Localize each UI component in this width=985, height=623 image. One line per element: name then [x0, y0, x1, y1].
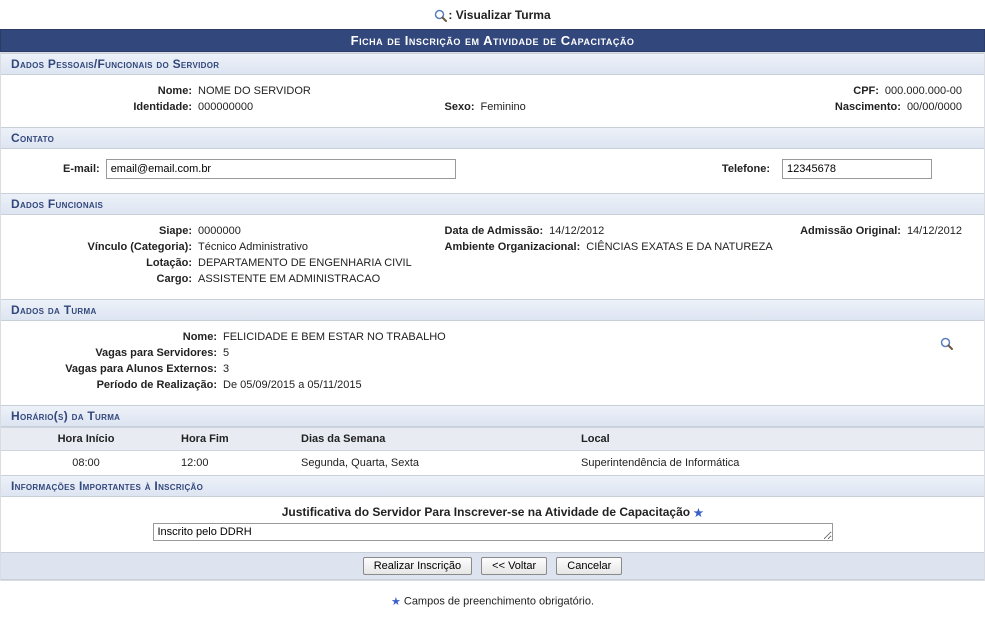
page-title: Ficha de Inscrição em Atividade de Capac… — [0, 29, 985, 52]
section-funcionais-body: Siape: 0000000 Data de Admissão: 14/12/2… — [1, 215, 984, 299]
col-hora-fim: Hora Fim — [171, 427, 291, 450]
section-pessoais-body: Nome: NOME DO SERVIDOR CPF: 000.000.000-… — [1, 75, 984, 127]
turma-nome-value: FELICIDADE E BEM ESTAR NO TRABALHO — [223, 331, 446, 343]
section-contato-header: Contato — [1, 127, 984, 149]
admissao-label: Data de Admissão: — [445, 225, 550, 237]
visualizar-turma-text: : Visualizar Turma — [448, 8, 550, 22]
section-turma-body: Nome: FELICIDADE E BEM ESTAR NO TRABALHO… — [1, 321, 984, 405]
cell-hora-inicio: 08:00 — [1, 450, 171, 475]
section-funcionais-header: Dados Funcionais — [1, 193, 984, 215]
section-pessoais-header: Dados Pessoais/Funcionais do Servidor — [1, 53, 984, 75]
vagas-serv-label: Vagas para Servidores: — [13, 347, 223, 359]
lotacao-label: Lotação: — [13, 257, 198, 269]
telefone-label: Telefone: — [722, 163, 776, 175]
realizar-inscricao-button[interactable]: Realizar Inscrição — [363, 557, 472, 575]
button-bar: Realizar Inscrição << Voltar Cancelar — [1, 552, 984, 580]
col-local: Local — [571, 427, 984, 450]
vinculo-value: Técnico Administrativo — [198, 241, 308, 253]
cell-dias: Segunda, Quarta, Sexta — [291, 450, 571, 475]
cell-hora-fim: 12:00 — [171, 450, 291, 475]
justificativa-title-text: Justificativa do Servidor Para Inscrever… — [282, 505, 690, 519]
required-star-icon: ★ — [693, 507, 703, 519]
turma-nome-label: Nome: — [13, 331, 223, 343]
admissao-orig-value: 14/12/2012 — [907, 225, 962, 237]
identidade-value: 000000000 — [198, 101, 253, 113]
col-hora-inicio: Hora Início — [1, 427, 171, 450]
cell-local: Superintendência de Informática — [571, 450, 984, 475]
periodo-label: Período de Realização: — [13, 379, 223, 391]
nascimento-label: Nascimento: — [835, 101, 907, 113]
section-info-header: Informações Importantes à Inscrição — [1, 475, 984, 497]
email-input[interactable] — [106, 159, 456, 179]
nome-value: NOME DO SERVIDOR — [198, 85, 311, 97]
nascimento-value: 00/00/0000 — [907, 101, 962, 113]
cargo-value: ASSISTENTE EM ADMINISTRACAO — [198, 273, 380, 285]
footnote: ★ Campos de preenchimento obrigatório. — [0, 581, 985, 616]
admissao-orig-label: Admissão Original: — [800, 225, 907, 237]
horarios-table: Hora Início Hora Fim Dias da Semana Loca… — [1, 427, 984, 475]
nome-label: Nome: — [13, 85, 198, 97]
sexo-value: Feminino — [481, 101, 526, 113]
view-turma-icon[interactable] — [940, 337, 954, 354]
table-header-row: Hora Início Hora Fim Dias da Semana Loca… — [1, 427, 984, 450]
magnifier-icon — [434, 9, 448, 23]
vagas-ext-label: Vagas para Alunos Externos: — [13, 363, 223, 375]
admissao-value: 14/12/2012 — [549, 225, 604, 237]
sexo-label: Sexo: — [445, 101, 481, 113]
lotacao-value: DEPARTAMENTO DE ENGENHARIA CIVIL — [198, 257, 412, 269]
voltar-button[interactable]: << Voltar — [481, 557, 547, 575]
table-row: 08:00 12:00 Segunda, Quarta, Sexta Super… — [1, 450, 984, 475]
cpf-value: 000.000.000-00 — [885, 85, 962, 97]
section-turma-header: Dados da Turma — [1, 299, 984, 321]
siape-value: 0000000 — [198, 225, 241, 237]
cargo-label: Cargo: — [13, 273, 198, 285]
star-icon: ★ — [391, 596, 404, 608]
section-contato-body: E-mail: Telefone: — [1, 149, 984, 193]
col-dias: Dias da Semana — [291, 427, 571, 450]
justificativa-textarea[interactable] — [153, 523, 833, 541]
cpf-label: CPF: — [853, 85, 885, 97]
periodo-value: De 05/09/2015 a 05/11/2015 — [223, 379, 362, 391]
vagas-serv-value: 5 — [223, 347, 229, 359]
visualizar-turma-link[interactable]: : Visualizar Turma — [0, 0, 985, 29]
siape-label: Siape: — [13, 225, 198, 237]
telefone-input[interactable] — [782, 159, 932, 179]
justificativa-title: Justificativa do Servidor Para Inscrever… — [1, 497, 984, 523]
ambiente-label: Ambiente Organizacional: — [445, 241, 587, 253]
cancelar-button[interactable]: Cancelar — [556, 557, 622, 575]
ambiente-value: CIÊNCIAS EXATAS E DA NATUREZA — [586, 241, 772, 253]
section-horarios-header: Horário(s) da Turma — [1, 405, 984, 427]
vinculo-label: Vínculo (Categoria): — [13, 241, 198, 253]
email-label: E-mail: — [63, 163, 106, 175]
vagas-ext-value: 3 — [223, 363, 229, 375]
identidade-label: Identidade: — [13, 101, 198, 113]
footnote-text: Campos de preenchimento obrigatório. — [404, 596, 594, 608]
